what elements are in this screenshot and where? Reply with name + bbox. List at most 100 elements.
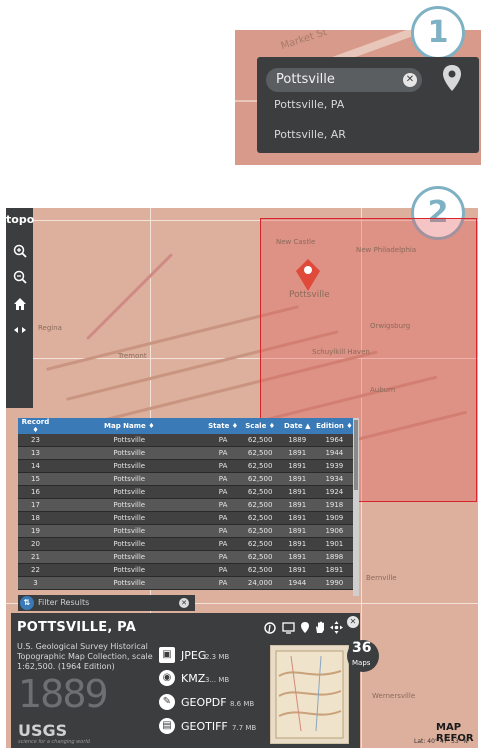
location-pin-icon[interactable] bbox=[442, 64, 462, 92]
table-row[interactable]: 3 Pottsville PA 24,000 1944 1990 bbox=[18, 576, 354, 590]
home-icon bbox=[13, 298, 26, 310]
table-cell: 13 bbox=[18, 446, 53, 460]
download-geotiff-button[interactable]: GEOTIFF bbox=[181, 720, 228, 733]
table-header: Record ♦ Map Name ♦ State ♦ Scale ♦ Date… bbox=[18, 418, 354, 434]
pinterest-icon[interactable] bbox=[264, 622, 276, 634]
close-info-button[interactable]: ✕ bbox=[347, 616, 359, 628]
table-cell: PA bbox=[205, 511, 241, 525]
column-record[interactable]: Record ♦ bbox=[18, 418, 53, 434]
table-row[interactable]: 13 Pottsville PA 62,500 1891 1944 bbox=[18, 446, 354, 460]
table-row[interactable]: 19 Pottsville PA 62,500 1891 1906 bbox=[18, 524, 354, 538]
table-cell: 23 bbox=[18, 434, 53, 447]
table-row[interactable]: 17 Pottsville PA 62,500 1891 1918 bbox=[18, 498, 354, 512]
arrows-icon bbox=[13, 327, 26, 333]
table-cell: 62,500 bbox=[240, 524, 280, 538]
move-icon[interactable] bbox=[330, 621, 343, 634]
screen-icon[interactable] bbox=[282, 622, 295, 634]
column-date[interactable]: Date ▲ bbox=[279, 418, 315, 434]
filter-input[interactable]: Filter Results bbox=[38, 598, 89, 607]
table-cell: Pottsville bbox=[52, 446, 206, 460]
map-year: 1889 bbox=[18, 672, 109, 716]
table-row[interactable]: 16 Pottsville PA 62,500 1891 1924 bbox=[18, 485, 354, 499]
place-label: New Castle bbox=[276, 238, 316, 246]
place-label: Regina bbox=[38, 324, 62, 332]
download-jpeg-button[interactable]: JPEG bbox=[181, 649, 206, 662]
place-label: Auburn bbox=[370, 386, 396, 394]
table-cell: PA bbox=[205, 537, 241, 551]
thumbnail-image bbox=[275, 650, 344, 739]
map-title: POTTSVILLE, PA bbox=[17, 620, 136, 635]
table-cell: 1889 bbox=[279, 434, 315, 447]
zoom-out-button[interactable] bbox=[6, 269, 33, 293]
table-cell: 1990 bbox=[314, 576, 354, 590]
place-label: Orwigsburg bbox=[370, 322, 411, 330]
place-label: Bernville bbox=[366, 574, 397, 582]
table-cell: Pottsville bbox=[52, 485, 206, 499]
table-cell: 1891 bbox=[279, 524, 315, 538]
table-cell: 62,500 bbox=[240, 446, 280, 460]
map-marker-icon[interactable] bbox=[295, 258, 321, 292]
table-row[interactable]: 18 Pottsville PA 62,500 1891 1909 bbox=[18, 511, 354, 525]
table-cell: 1934 bbox=[314, 472, 354, 486]
table-cell: Pottsville bbox=[52, 511, 206, 525]
table-row[interactable]: 21 Pottsville PA 62,500 1891 1898 bbox=[18, 550, 354, 564]
column-state[interactable]: State ♦ bbox=[205, 418, 241, 434]
table-scrollbar-thumb[interactable] bbox=[354, 420, 358, 490]
table-cell: 62,500 bbox=[240, 485, 280, 499]
collapse-button[interactable] bbox=[6, 322, 33, 346]
download-geopdf-button[interactable]: GEOPDF bbox=[181, 696, 227, 709]
download-kmz-button[interactable]: KMZ bbox=[181, 672, 205, 685]
download-size: 7.7 MB bbox=[232, 724, 257, 732]
suggestion-item[interactable]: Pottsville, PA bbox=[274, 98, 344, 111]
table-row[interactable]: 20 Pottsville PA 62,500 1891 1901 bbox=[18, 537, 354, 551]
clear-filter-button[interactable]: ✕ bbox=[179, 598, 189, 608]
place-label: Wernersville bbox=[372, 692, 416, 700]
download-size: 8.6 MB bbox=[230, 700, 255, 708]
table-cell: 1891 bbox=[279, 511, 315, 525]
table-cell: 1891 bbox=[314, 563, 354, 577]
search-input[interactable]: Pottsville bbox=[266, 68, 422, 92]
table-cell: 22 bbox=[18, 563, 53, 577]
map-description: U.S. Geological Survey Historical Topogr… bbox=[17, 642, 153, 671]
table-cell: 62,500 bbox=[240, 563, 280, 577]
zoom-in-button[interactable] bbox=[6, 243, 33, 267]
table-cell: 62,500 bbox=[240, 550, 280, 564]
table-cell: 62,500 bbox=[240, 498, 280, 512]
column-scale[interactable]: Scale ♦ bbox=[240, 418, 280, 434]
globe-icon: ◉ bbox=[159, 670, 175, 686]
hand-icon[interactable] bbox=[314, 621, 326, 634]
table-row[interactable]: 14 Pottsville PA 62,500 1891 1939 bbox=[18, 459, 354, 473]
table-cell: 1964 bbox=[314, 434, 354, 447]
table-cell: Pottsville bbox=[52, 434, 206, 447]
table-cell: PA bbox=[205, 446, 241, 460]
map-count: 36 bbox=[352, 640, 372, 656]
table-cell: PA bbox=[205, 459, 241, 473]
table-cell: PA bbox=[205, 498, 241, 512]
table-cell: 62,500 bbox=[240, 511, 280, 525]
map-thumbnail[interactable] bbox=[270, 645, 349, 744]
table-cell: Pottsville bbox=[52, 498, 206, 512]
table-cell: 1918 bbox=[314, 498, 354, 512]
suggestion-item[interactable]: Pottsville, AR bbox=[274, 128, 346, 141]
table-cell: 1891 bbox=[279, 472, 315, 486]
table-row[interactable]: 23 Pottsville PA 62,500 1889 1964 bbox=[18, 434, 354, 447]
results-table: Record ♦ Map Name ♦ State ♦ Scale ♦ Date… bbox=[18, 418, 359, 596]
pin-icon[interactable] bbox=[300, 621, 310, 634]
column-edition[interactable]: Edition ♦ bbox=[314, 418, 354, 434]
table-cell: Pottsville bbox=[52, 563, 206, 577]
topo-logo: topo bbox=[6, 213, 35, 226]
table-cell: 1891 bbox=[279, 485, 315, 499]
table-row[interactable]: 22 Pottsville PA 62,500 1891 1891 bbox=[18, 563, 354, 577]
table-row[interactable]: 15 Pottsville PA 62,500 1891 1934 bbox=[18, 472, 354, 486]
table-cell: 16 bbox=[18, 485, 53, 499]
table-cell: 1944 bbox=[314, 446, 354, 460]
zoom-out-icon bbox=[13, 270, 27, 284]
download-size: 3... MB bbox=[205, 676, 230, 684]
column-map-name[interactable]: Map Name ♦ bbox=[52, 418, 206, 434]
table-cell: Pottsville bbox=[52, 459, 206, 473]
clear-search-button[interactable]: ✕ bbox=[403, 73, 417, 87]
coordinate-readout: Lat: 40° 47' 53" N bbox=[414, 738, 468, 745]
home-button[interactable] bbox=[6, 296, 33, 320]
place-label: Schuylkill Haven bbox=[312, 348, 370, 356]
street-label: Market St bbox=[279, 30, 329, 53]
